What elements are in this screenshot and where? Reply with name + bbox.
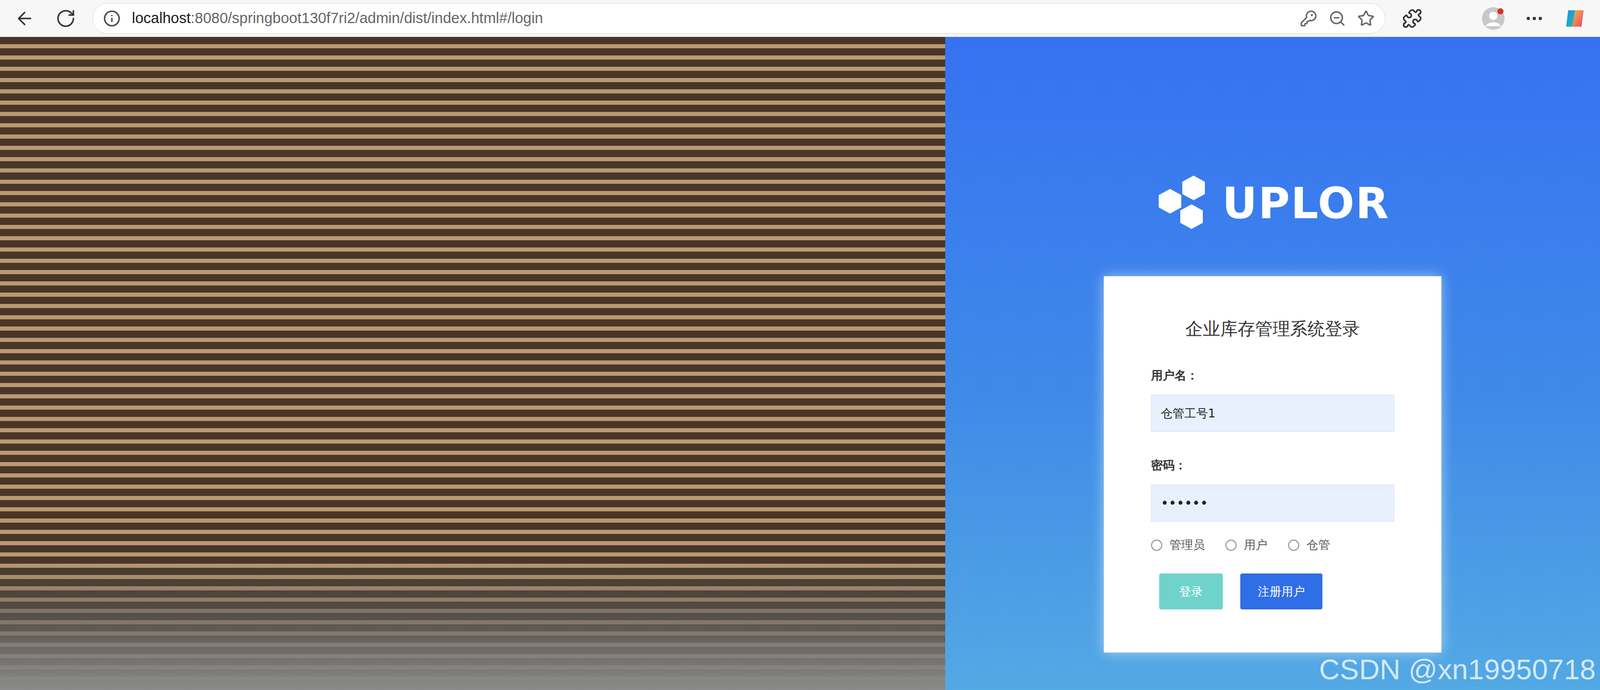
extensions-icon[interactable] xyxy=(1397,4,1427,33)
password-input[interactable]: •••••• xyxy=(1150,484,1395,522)
role-radio[interactable]: 用户 xyxy=(1225,536,1268,553)
hexagon-logo-icon xyxy=(1155,173,1216,233)
address-text[interactable]: localhost:8080/springboot130f7ri2/admin/… xyxy=(131,9,1289,27)
notification-dot xyxy=(1497,8,1504,15)
copilot-icon[interactable] xyxy=(1561,4,1590,33)
login-panel: UPLOR 企业库存管理系统登录用户名： 仓管工号1 密码： •••••• 管理员 用户 仓管… xyxy=(945,36,1600,690)
browser-toolbar: localhost:8080/springboot130f7ri2/admin/… xyxy=(0,0,1600,37)
login-title: 企业库存管理系统登录 xyxy=(1150,317,1395,341)
field-label: 用户名： xyxy=(1150,367,1395,384)
background-photo xyxy=(0,36,946,690)
button-row: 登录注册用户 xyxy=(1150,573,1395,610)
profile-icon[interactable] xyxy=(1478,4,1508,33)
action-button[interactable]: 注册用户 xyxy=(1240,573,1323,610)
radio-circle[interactable] xyxy=(1150,539,1163,551)
star-icon[interactable] xyxy=(1357,9,1375,28)
info-icon[interactable] xyxy=(103,9,121,28)
logo-text: UPLOR xyxy=(1222,178,1390,229)
role-radio[interactable]: 仓管 xyxy=(1288,536,1331,553)
browser-window: localhost:8080/springboot130f7ri2/admin/… xyxy=(0,0,1600,690)
login-card: 企业库存管理系统登录用户名： 仓管工号1 密码： •••••• 管理员 用户 仓管登录注册用… xyxy=(1103,276,1442,653)
key-icon[interactable] xyxy=(1299,9,1318,28)
logo: UPLOR xyxy=(1155,173,1390,233)
back-icon[interactable] xyxy=(10,4,39,33)
radio-circle[interactable] xyxy=(1225,539,1237,551)
page-content: UPLOR 企业库存管理系统登录用户名： 仓管工号1 密码： •••••• 管理员 用户 仓管… xyxy=(0,36,1600,690)
role-group: 管理员 用户 仓管 xyxy=(1150,536,1395,553)
username-input[interactable]: 仓管工号1 xyxy=(1150,394,1395,432)
more-icon[interactable] xyxy=(1519,4,1549,33)
address-bar[interactable]: localhost:8080/springboot130f7ri2/admin/… xyxy=(92,3,1386,34)
role-radio[interactable]: 管理员 xyxy=(1150,536,1205,553)
action-button[interactable]: 登录 xyxy=(1159,573,1223,610)
reload-icon[interactable] xyxy=(51,4,81,33)
radio-circle[interactable] xyxy=(1288,539,1300,551)
watermark: CSDN @xn19950718 xyxy=(1319,652,1596,686)
field-label: 密码： xyxy=(1150,457,1395,474)
zoom-out-icon[interactable] xyxy=(1328,9,1346,28)
